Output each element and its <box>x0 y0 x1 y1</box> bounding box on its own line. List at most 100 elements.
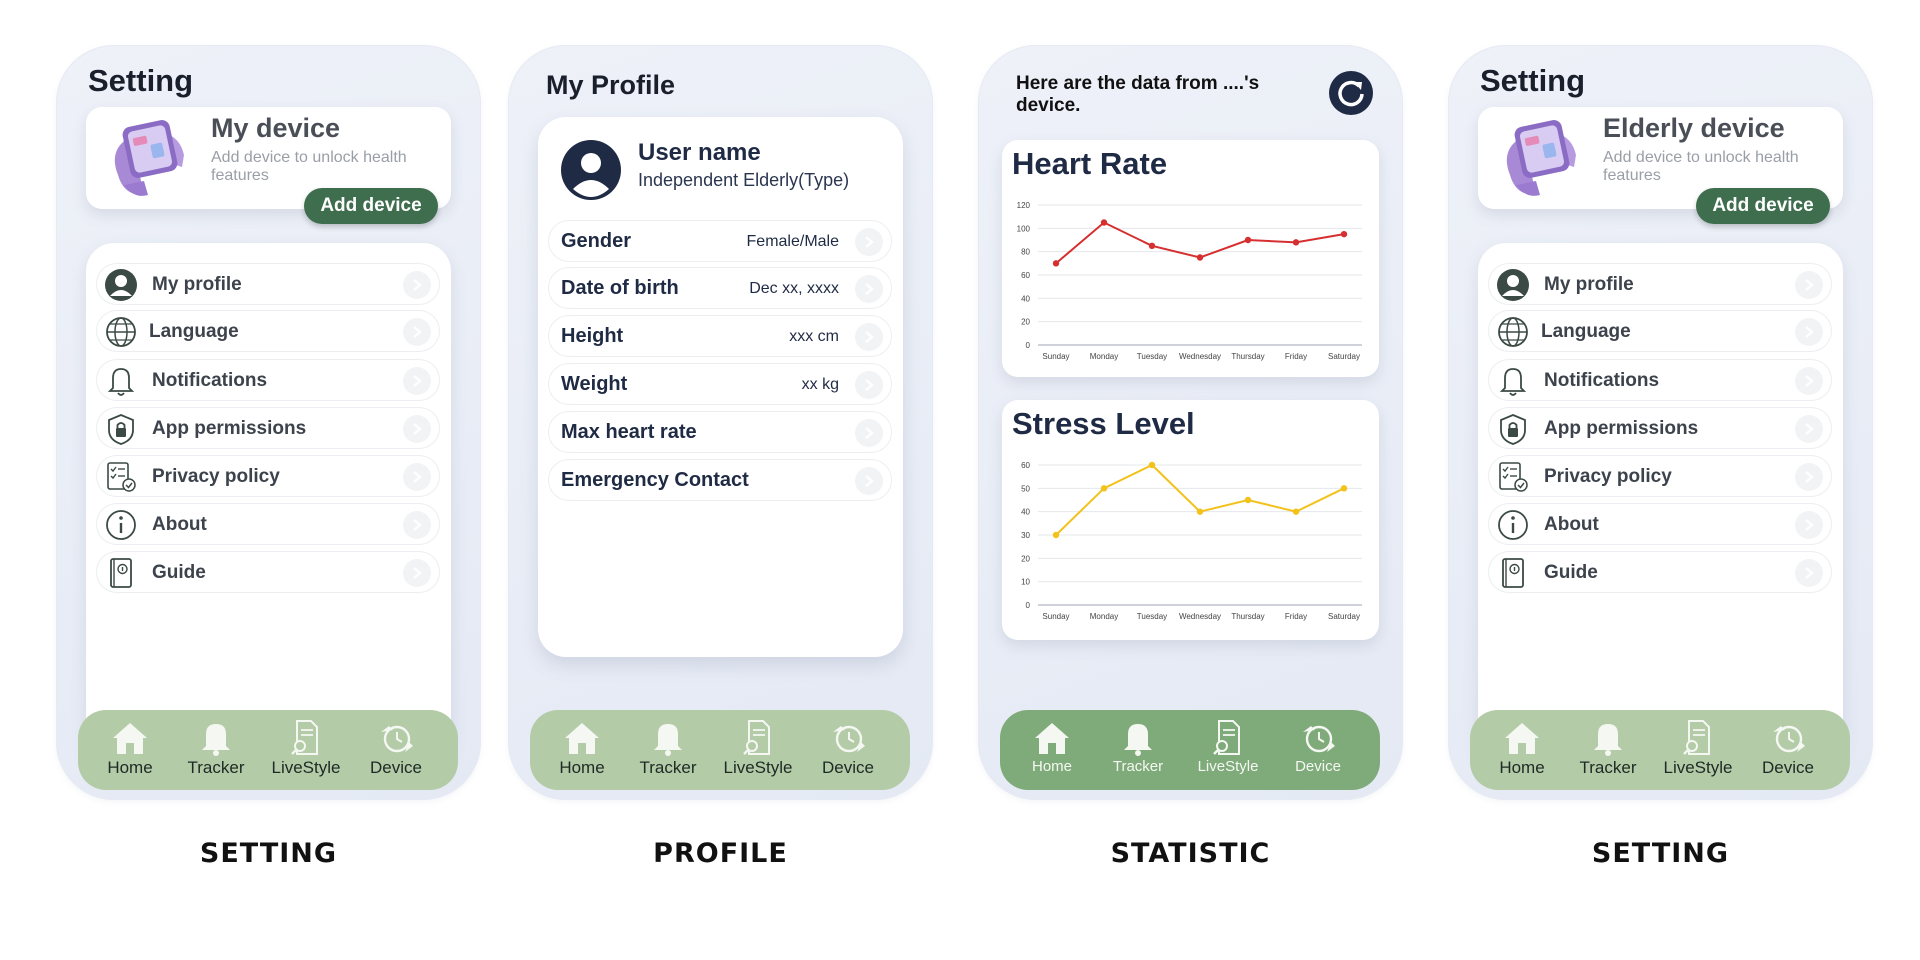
chevron-right-icon[interactable] <box>855 419 883 447</box>
chevron-right-icon[interactable] <box>855 467 883 495</box>
chevron-right-icon[interactable] <box>855 275 883 303</box>
chart-title: Heart Rate <box>1012 146 1168 181</box>
field-gender[interactable]: Gender Female/Male <box>548 220 892 262</box>
y-tick-label: 0 <box>1026 341 1031 350</box>
nav-device[interactable]: Device <box>356 718 436 778</box>
chevron-right-icon[interactable] <box>855 371 883 399</box>
y-tick-label: 50 <box>1021 484 1030 493</box>
y-tick-label: 40 <box>1021 294 1030 303</box>
nav-home[interactable]: Home <box>90 718 170 778</box>
nav-home[interactable]: Home <box>542 718 622 778</box>
data-point <box>1196 254 1204 261</box>
field-weight[interactable]: Weight xx kg <box>548 363 892 405</box>
menu-label: My profile <box>1544 274 1634 295</box>
nav-livestyle[interactable]: LiveStyle <box>266 718 346 778</box>
chevron-right-icon[interactable] <box>855 228 883 256</box>
nav-livestyle[interactable]: LiveStyle <box>1188 718 1268 775</box>
nav-home[interactable]: Home <box>1012 718 1092 775</box>
chevron-right-icon[interactable] <box>855 323 883 351</box>
menu-item-language[interactable]: Language <box>96 310 440 352</box>
menu-item-guide[interactable]: Guide <box>1488 551 1832 593</box>
profile-icon <box>105 269 137 301</box>
x-tick-label: Wednesday <box>1179 352 1221 361</box>
menu-item-privacy-policy[interactable]: Privacy policy <box>1488 455 1832 497</box>
chevron-right-icon[interactable] <box>403 463 431 491</box>
nav-device[interactable]: Device <box>1278 718 1358 775</box>
data-point <box>1244 496 1252 504</box>
x-tick-label: Thursday <box>1231 352 1264 361</box>
field-value: Female/Male <box>746 233 839 250</box>
nav-livestyle[interactable]: LiveStyle <box>1658 718 1738 778</box>
screen-caption: PROFILE <box>653 838 788 869</box>
chevron-right-icon[interactable] <box>1795 511 1823 539</box>
field-label: Weight <box>561 373 628 395</box>
field-height[interactable]: Height xxx cm <box>548 315 892 357</box>
menu-item-app-permissions[interactable]: App permissions <box>96 407 440 449</box>
field-emergency-contact[interactable]: Emergency Contact <box>548 459 892 501</box>
field-label: Max heart rate <box>561 421 697 443</box>
field-max-heart-rate[interactable]: Max heart rate <box>548 411 892 453</box>
chevron-right-icon[interactable] <box>403 511 431 539</box>
nav-livestyle[interactable]: LiveStyle <box>718 718 798 778</box>
chevron-right-icon[interactable] <box>1795 367 1823 395</box>
nav-label: Device <box>1762 758 1814 777</box>
book-icon <box>1502 558 1524 588</box>
chevron-right-icon[interactable] <box>403 415 431 443</box>
field-date-of-birth[interactable]: Date of birth Dec xx, xxxx <box>548 267 892 309</box>
x-tick-label: Monday <box>1090 352 1118 361</box>
chevron-right-icon[interactable] <box>403 367 431 395</box>
nav-device[interactable]: Device <box>808 718 888 778</box>
nav-home[interactable]: Home <box>1482 718 1562 778</box>
menu-item-about[interactable]: About <box>96 503 440 545</box>
menu-label: Notifications <box>152 370 268 391</box>
menu-item-privacy-policy[interactable]: Privacy policy <box>96 455 440 497</box>
menu-item-my-profile[interactable]: My profile <box>1488 263 1832 305</box>
watch-clock-icon <box>381 725 413 753</box>
nav-label: Home <box>1031 758 1072 775</box>
nav-tracker[interactable]: Tracker <box>1098 718 1178 775</box>
nav-tracker[interactable]: Tracker <box>1568 718 1648 778</box>
document-search-icon <box>743 720 770 755</box>
nav-device[interactable]: Device <box>1748 718 1828 778</box>
home-icon <box>1035 723 1069 754</box>
stress-level-chart: 0 10 20 30 40 50 60 Sunday Monday Tuesday Wednesda… <box>1021 461 1362 621</box>
x-tick-label: Monday <box>1090 612 1118 621</box>
chevron-right-icon[interactable] <box>1795 415 1823 443</box>
menu-label: Language <box>1541 321 1631 342</box>
menu-label: Privacy policy <box>1544 466 1672 487</box>
nav-label: Tracker <box>187 758 245 777</box>
add-device-button[interactable]: Add device <box>304 188 438 224</box>
setting-screen-elderly: Setting Elderly device Add device to unl… <box>1448 45 1873 800</box>
menu-item-notifications[interactable]: Notifications <box>1488 359 1832 401</box>
menu-item-about[interactable]: About <box>1488 503 1832 545</box>
watch-clock-icon <box>1303 725 1335 753</box>
chevron-right-icon[interactable] <box>403 271 431 299</box>
stress-level-card: Stress Level 0 10 20 30 40 50 60 Sunday Monday Tu… <box>1002 400 1379 640</box>
chevron-right-icon[interactable] <box>1795 559 1823 587</box>
avatar <box>561 140 621 200</box>
device-description: Add device to unlock health features <box>211 149 407 184</box>
y-tick-label: 20 <box>1021 554 1030 563</box>
refresh-icon[interactable] <box>1328 70 1374 116</box>
checklist-icon <box>107 462 136 492</box>
chevron-right-icon[interactable] <box>403 559 431 587</box>
menu-item-app-permissions[interactable]: App permissions <box>1488 407 1832 449</box>
chevron-right-icon[interactable] <box>403 318 431 346</box>
menu-item-guide[interactable]: Guide <box>96 551 440 593</box>
add-device-button[interactable]: Add device <box>1696 188 1830 224</box>
chevron-right-icon[interactable] <box>1795 271 1823 299</box>
field-label: Height <box>561 325 624 347</box>
menu-item-my-profile[interactable]: My profile <box>96 263 440 305</box>
data-point <box>1052 531 1060 539</box>
nav-tracker[interactable]: Tracker <box>176 718 256 778</box>
data-point <box>1340 485 1348 492</box>
menu-label: About <box>152 514 207 535</box>
bell-icon <box>654 724 682 756</box>
nav-tracker[interactable]: Tracker <box>628 718 708 778</box>
document-search-icon <box>1683 720 1710 755</box>
bell-icon <box>202 724 230 756</box>
chevron-right-icon[interactable] <box>1795 318 1823 346</box>
menu-item-language[interactable]: Language <box>1488 310 1832 352</box>
chevron-right-icon[interactable] <box>1795 463 1823 491</box>
menu-item-notifications[interactable]: Notifications <box>96 359 440 401</box>
